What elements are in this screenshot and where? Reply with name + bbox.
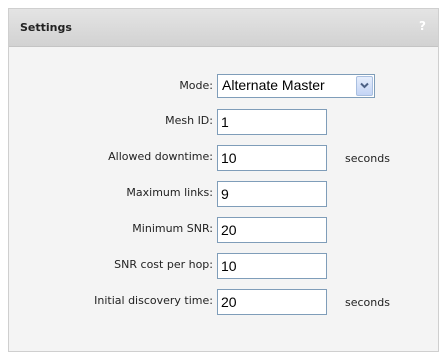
mesh-id-input[interactable]: 1 (217, 109, 327, 135)
allowed-downtime-row: Allowed downtime: 10 seconds (9, 145, 440, 171)
initial-discovery-time-row: Initial discovery time: 20 seconds (9, 289, 440, 315)
initial-discovery-time-unit: seconds (345, 296, 390, 309)
minimum-snr-input[interactable]: 20 (217, 217, 327, 243)
mode-label: Mode: (179, 79, 213, 92)
snr-cost-per-hop-input[interactable]: 10 (217, 253, 327, 279)
allowed-downtime-unit: seconds (345, 152, 390, 165)
maximum-links-input[interactable]: 9 (217, 181, 327, 207)
mode-row: Mode: Alternate Master (9, 74, 440, 100)
allowed-downtime-label: Allowed downtime: (108, 150, 213, 163)
maximum-links-row: Maximum links: 9 (9, 181, 440, 207)
settings-panel: Settings ? Mode: Alternate Master Mesh I… (8, 8, 439, 352)
snr-cost-per-hop-row: SNR cost per hop: 10 (9, 253, 440, 279)
help-icon[interactable]: ? (419, 19, 426, 33)
minimum-snr-label: Minimum SNR: (132, 222, 213, 235)
panel-title: Settings (20, 21, 72, 34)
mesh-id-label: Mesh ID: (165, 114, 213, 127)
chevron-down-icon[interactable] (356, 76, 373, 96)
initial-discovery-time-label: Initial discovery time: (94, 294, 213, 307)
mesh-id-row: Mesh ID: 1 (9, 109, 440, 135)
allowed-downtime-input[interactable]: 10 (217, 145, 327, 171)
snr-cost-per-hop-label: SNR cost per hop: (114, 258, 213, 271)
maximum-links-label: Maximum links: (126, 186, 213, 199)
mode-select-value: Alternate Master (222, 77, 325, 93)
mode-select[interactable]: Alternate Master (217, 74, 375, 98)
initial-discovery-time-input[interactable]: 20 (217, 289, 327, 315)
panel-header: Settings ? (9, 9, 438, 47)
minimum-snr-row: Minimum SNR: 20 (9, 217, 440, 243)
